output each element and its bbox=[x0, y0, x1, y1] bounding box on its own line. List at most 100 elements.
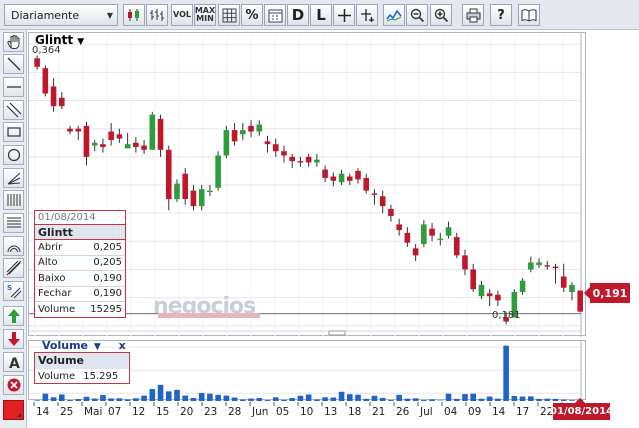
info-row-volume: Volume 15295 bbox=[35, 302, 125, 318]
info-value: 0,190 bbox=[93, 272, 122, 284]
candle-body bbox=[355, 170, 361, 180]
fib-retracement-tool-button[interactable] bbox=[3, 213, 24, 233]
daily-button[interactable]: D bbox=[287, 4, 309, 26]
candle-body bbox=[174, 183, 180, 200]
rectangle-icon bbox=[6, 127, 21, 137]
horizontal-line-tool-button[interactable] bbox=[3, 77, 24, 97]
volume-bar bbox=[355, 394, 361, 401]
circle-icon bbox=[7, 148, 20, 162]
volume-bar bbox=[141, 395, 147, 401]
ohlc-type-button[interactable] bbox=[146, 4, 168, 26]
delete-icon bbox=[7, 378, 20, 392]
candle-body bbox=[404, 232, 411, 243]
candle-body bbox=[536, 262, 542, 266]
info-row-high: Alto 0,205 bbox=[35, 256, 125, 271]
volume-bar bbox=[67, 400, 73, 401]
line-mode-button[interactable]: L bbox=[310, 4, 332, 26]
line-mode-label: L bbox=[316, 6, 326, 24]
chevron-down-icon: ▼ bbox=[106, 10, 113, 20]
help-label: ? bbox=[497, 7, 505, 23]
x-tick-label: 17 bbox=[516, 406, 529, 418]
book-icon bbox=[521, 9, 537, 22]
book-button[interactable] bbox=[518, 4, 540, 26]
candle-body bbox=[421, 224, 427, 245]
x-tick-label: Jun bbox=[251, 406, 268, 418]
volume-bar bbox=[322, 397, 328, 401]
snap-tool-button[interactable]: S bbox=[3, 281, 24, 301]
info-row-close: Fechar 0,190 bbox=[35, 287, 125, 302]
volume-bar bbox=[133, 398, 139, 401]
candle-body bbox=[346, 176, 353, 181]
candle-body bbox=[198, 189, 205, 207]
delete-drawings-button[interactable] bbox=[3, 375, 24, 395]
print-button[interactable] bbox=[462, 4, 484, 26]
indicators-button[interactable] bbox=[383, 4, 405, 26]
volume-indicator-title: Volume bbox=[42, 339, 88, 352]
ohlc-bars-icon bbox=[150, 9, 164, 21]
calendar-icon bbox=[268, 9, 282, 22]
info-label: Abrir bbox=[38, 241, 63, 253]
x-tick-label: 21 bbox=[372, 406, 385, 418]
x-tick-label: 09 bbox=[468, 406, 481, 418]
zoom-out-button[interactable] bbox=[406, 4, 428, 26]
rectangle-tool-button[interactable] bbox=[3, 122, 24, 142]
volume-dropdown-icon[interactable]: ▼ bbox=[94, 342, 101, 352]
volume-bar bbox=[223, 395, 230, 401]
arc-tool-button[interactable] bbox=[3, 236, 24, 256]
percent-toggle-button[interactable]: % bbox=[241, 4, 263, 26]
volume-toggle-button[interactable]: VOL bbox=[171, 4, 193, 26]
volume-bar bbox=[330, 397, 337, 401]
candle-body bbox=[42, 68, 49, 94]
sell-arrow-tool-button[interactable] bbox=[3, 329, 24, 349]
volume-bar bbox=[478, 398, 485, 401]
hand-tool-button[interactable] bbox=[3, 32, 24, 52]
buy-arrow-tool-button[interactable] bbox=[3, 306, 24, 326]
volume-bar bbox=[552, 398, 559, 401]
candle-body bbox=[297, 161, 304, 163]
volume-bar bbox=[272, 397, 279, 401]
candle-body bbox=[133, 142, 139, 147]
circle-tool-button[interactable] bbox=[3, 145, 24, 165]
x-tick-label: 25 bbox=[60, 406, 73, 418]
grid-toggle-button[interactable] bbox=[218, 4, 240, 26]
x-tick-label: 26 bbox=[396, 406, 410, 418]
zoom-in-button[interactable] bbox=[430, 4, 452, 26]
horizontal-lines-icon bbox=[6, 217, 21, 228]
min-price-label: 0,181 bbox=[492, 310, 521, 321]
volume-bar bbox=[182, 395, 189, 401]
text-tool-button[interactable]: A bbox=[3, 352, 24, 372]
volume-bar bbox=[157, 384, 164, 401]
crosshair-button[interactable] bbox=[333, 4, 355, 26]
crosshair-level-button[interactable] bbox=[356, 4, 378, 26]
candle-body bbox=[305, 156, 312, 163]
volume-toggle-label: VOL bbox=[173, 10, 191, 19]
volume-bar bbox=[371, 395, 378, 401]
candle-body bbox=[141, 145, 147, 150]
candle-body bbox=[58, 97, 65, 107]
period-select[interactable]: Diariamente ▼ bbox=[4, 4, 118, 26]
help-button[interactable]: ? bbox=[490, 4, 512, 26]
percent-label: % bbox=[245, 7, 259, 23]
candle-body bbox=[569, 284, 575, 292]
calendar-button[interactable] bbox=[264, 4, 286, 26]
candle-body bbox=[322, 169, 328, 178]
volume-bar bbox=[50, 397, 57, 401]
volume-bar bbox=[314, 399, 320, 401]
candle-body bbox=[281, 151, 287, 156]
candle-body bbox=[83, 125, 90, 157]
last-price-badge: 0,191 bbox=[584, 283, 630, 303]
volume-bar bbox=[207, 393, 213, 401]
x-tick-label: 04 bbox=[444, 406, 458, 418]
candle-body bbox=[371, 193, 378, 195]
candle-body bbox=[91, 142, 98, 146]
candle-body bbox=[552, 266, 559, 269]
candlestick-type-button[interactable] bbox=[123, 4, 145, 26]
fan-tool-button[interactable] bbox=[3, 168, 24, 188]
fibonacci-tool-button[interactable] bbox=[3, 190, 24, 210]
channel-tool-button[interactable] bbox=[3, 100, 24, 120]
pitchfork-tool-button[interactable] bbox=[3, 258, 24, 278]
trendline-tool-button[interactable] bbox=[3, 54, 24, 74]
maxmin-toggle-button[interactable]: MAX MIN bbox=[194, 4, 216, 26]
close-icon[interactable]: x bbox=[119, 339, 126, 352]
volume-bar bbox=[42, 393, 49, 401]
